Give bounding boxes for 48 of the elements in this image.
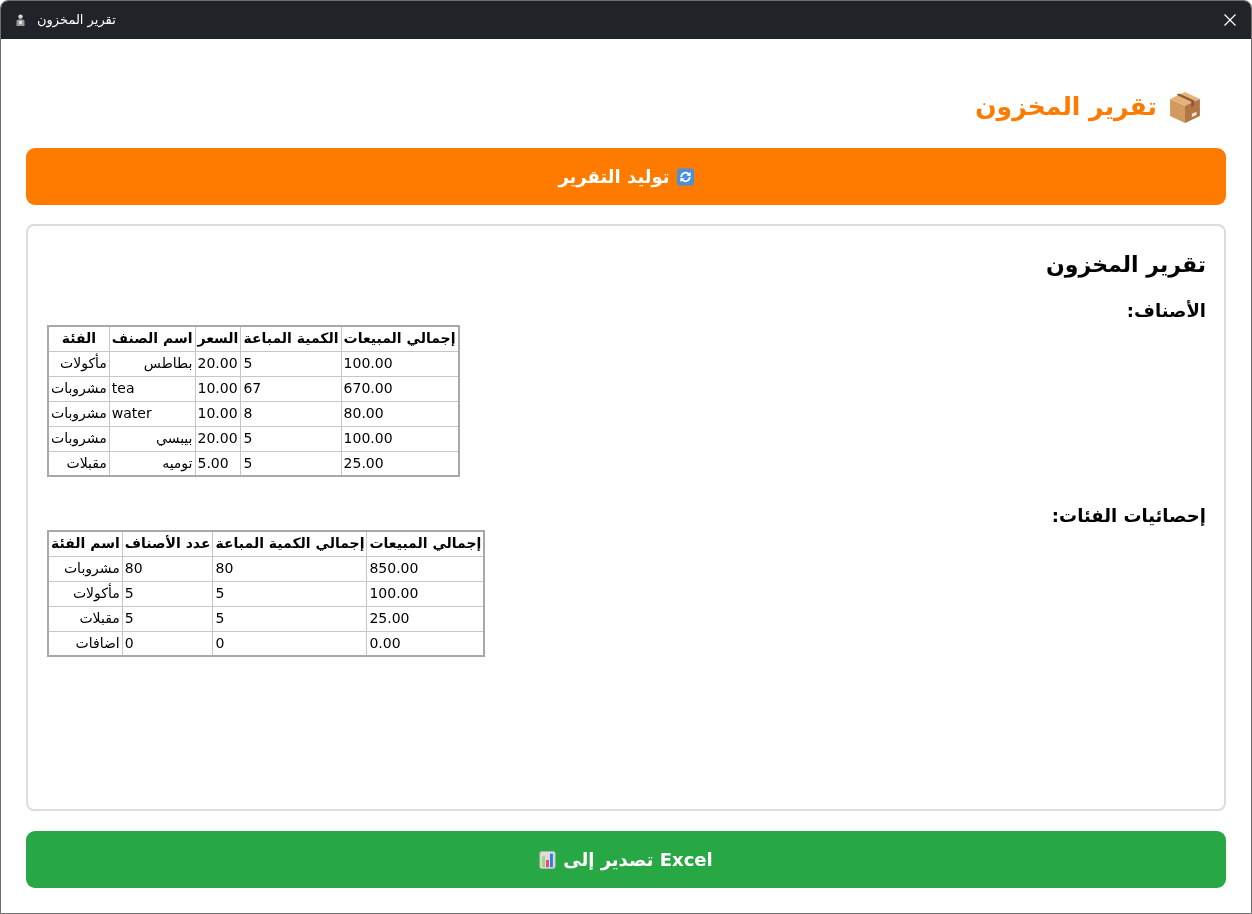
table-cell: 5 xyxy=(240,426,342,451)
table-cell: 5 xyxy=(240,351,342,376)
table-cell: توميه xyxy=(109,451,195,476)
table-cell: 5 xyxy=(122,606,213,631)
package-box-icon xyxy=(1170,91,1200,123)
table-cell: بطاطس xyxy=(109,351,195,376)
page-heading: تقرير المخزون xyxy=(975,91,1157,124)
column-header: اسم الصنف xyxy=(109,326,195,351)
section-heading: إحصائيات الفئات: xyxy=(1051,504,1206,528)
table-cell: 850.00 xyxy=(366,556,485,581)
generate-report-button[interactable]: توليد التقرير xyxy=(26,148,1226,205)
close-button[interactable] xyxy=(1223,13,1237,27)
table-cell: 5 xyxy=(212,581,367,606)
close-icon xyxy=(1224,14,1236,26)
table-cell: 67 xyxy=(240,376,342,401)
table-cell: 10.00 xyxy=(195,376,241,401)
bar-chart-icon xyxy=(539,850,557,869)
table-cell: water xyxy=(109,401,195,426)
table-cell: 5 xyxy=(212,606,367,631)
table-cell: مأكولات xyxy=(48,351,110,376)
table-cell: 80 xyxy=(212,556,367,581)
app-icon xyxy=(16,14,25,26)
table-cell: 10.00 xyxy=(195,401,241,426)
report-title: تقرير المخزون xyxy=(1046,251,1206,279)
table-cell: 25.00 xyxy=(366,606,485,631)
table-cell: 100.00 xyxy=(366,581,485,606)
section-heading: الأصناف: xyxy=(1126,299,1206,323)
table-cell: 100.00 xyxy=(341,351,459,376)
table-cell: 5 xyxy=(122,581,213,606)
column-header: إجمالي المبيعات xyxy=(341,326,459,351)
table-cell: tea xyxy=(109,376,195,401)
table-cell: مأكولات xyxy=(48,581,123,606)
refresh-icon xyxy=(676,167,694,186)
column-header: إجمالي الكمية المباعة xyxy=(212,531,367,556)
table-cell: 100.00 xyxy=(341,426,459,451)
table-cell: 670.00 xyxy=(341,376,459,401)
column-header: عدد الأصناف xyxy=(122,531,213,556)
table-cell: 20.00 xyxy=(195,351,241,376)
export-excel-button[interactable]: تصدير إلى Excel xyxy=(26,831,1226,888)
table-cell: 8 xyxy=(240,401,342,426)
column-header: إجمالي المبيعات xyxy=(366,531,485,556)
table-cell: بيبسي xyxy=(109,426,195,451)
table-cell: 80 xyxy=(122,556,213,581)
window-title: تقرير المخزون xyxy=(37,12,116,28)
table-cell: 80.00 xyxy=(341,401,459,426)
table-cell: 20.00 xyxy=(195,426,241,451)
column-header: الكمية المباعة xyxy=(240,326,342,351)
column-header: السعر xyxy=(195,326,241,351)
